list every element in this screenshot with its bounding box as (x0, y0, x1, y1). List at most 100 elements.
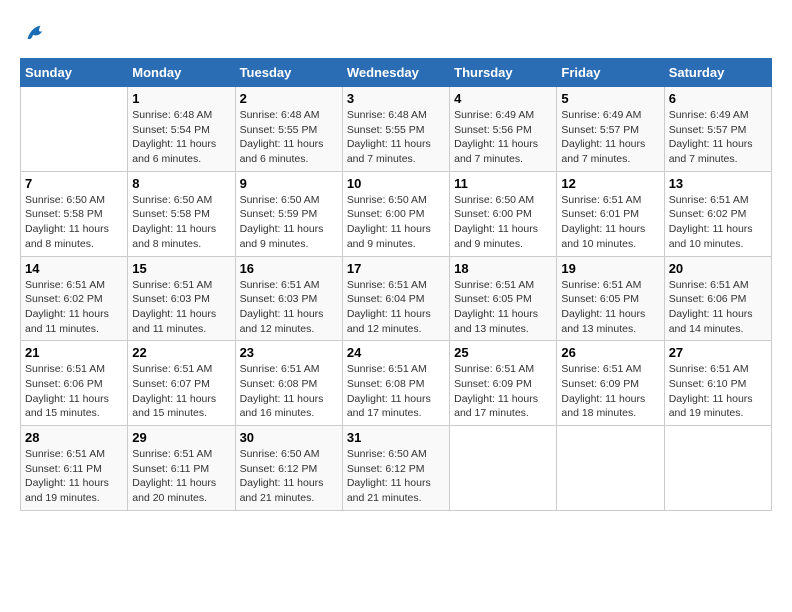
calendar-cell: 20 Sunrise: 6:51 AM Sunset: 6:06 PM Dayl… (664, 256, 771, 341)
day-number: 26 (561, 345, 659, 360)
day-number: 10 (347, 176, 445, 191)
calendar-table: SundayMondayTuesdayWednesdayThursdayFrid… (20, 58, 772, 511)
day-info: Sunrise: 6:50 AM Sunset: 6:00 PM Dayligh… (347, 193, 445, 252)
day-info: Sunrise: 6:51 AM Sunset: 6:09 PM Dayligh… (561, 362, 659, 421)
calendar-cell: 4 Sunrise: 6:49 AM Sunset: 5:56 PM Dayli… (450, 87, 557, 172)
day-info: Sunrise: 6:51 AM Sunset: 6:10 PM Dayligh… (669, 362, 767, 421)
day-info: Sunrise: 6:51 AM Sunset: 6:11 PM Dayligh… (132, 447, 230, 506)
day-number: 20 (669, 261, 767, 276)
day-info: Sunrise: 6:51 AM Sunset: 6:11 PM Dayligh… (25, 447, 123, 506)
calendar-cell: 8 Sunrise: 6:50 AM Sunset: 5:58 PM Dayli… (128, 171, 235, 256)
calendar-cell (664, 426, 771, 511)
day-info: Sunrise: 6:51 AM Sunset: 6:05 PM Dayligh… (454, 278, 552, 337)
day-info: Sunrise: 6:51 AM Sunset: 6:08 PM Dayligh… (240, 362, 338, 421)
day-info: Sunrise: 6:51 AM Sunset: 6:03 PM Dayligh… (132, 278, 230, 337)
day-number: 2 (240, 91, 338, 106)
day-number: 3 (347, 91, 445, 106)
day-number: 4 (454, 91, 552, 106)
calendar-cell: 13 Sunrise: 6:51 AM Sunset: 6:02 PM Dayl… (664, 171, 771, 256)
weekday-header: Tuesday (235, 59, 342, 87)
calendar-cell: 31 Sunrise: 6:50 AM Sunset: 6:12 PM Dayl… (342, 426, 449, 511)
page-header (20, 20, 772, 48)
calendar-cell: 26 Sunrise: 6:51 AM Sunset: 6:09 PM Dayl… (557, 341, 664, 426)
calendar-week-row: 1 Sunrise: 6:48 AM Sunset: 5:54 PM Dayli… (21, 87, 772, 172)
day-info: Sunrise: 6:49 AM Sunset: 5:57 PM Dayligh… (561, 108, 659, 167)
calendar-cell (450, 426, 557, 511)
calendar-cell: 14 Sunrise: 6:51 AM Sunset: 6:02 PM Dayl… (21, 256, 128, 341)
calendar-week-row: 28 Sunrise: 6:51 AM Sunset: 6:11 PM Dayl… (21, 426, 772, 511)
logo (20, 20, 52, 48)
logo-icon (20, 20, 48, 48)
day-info: Sunrise: 6:51 AM Sunset: 6:05 PM Dayligh… (561, 278, 659, 337)
day-number: 6 (669, 91, 767, 106)
calendar-cell: 5 Sunrise: 6:49 AM Sunset: 5:57 PM Dayli… (557, 87, 664, 172)
day-number: 16 (240, 261, 338, 276)
day-number: 22 (132, 345, 230, 360)
day-number: 23 (240, 345, 338, 360)
day-number: 1 (132, 91, 230, 106)
calendar-cell (557, 426, 664, 511)
day-number: 14 (25, 261, 123, 276)
day-info: Sunrise: 6:51 AM Sunset: 6:01 PM Dayligh… (561, 193, 659, 252)
calendar-cell: 10 Sunrise: 6:50 AM Sunset: 6:00 PM Dayl… (342, 171, 449, 256)
day-info: Sunrise: 6:51 AM Sunset: 6:03 PM Dayligh… (240, 278, 338, 337)
day-info: Sunrise: 6:50 AM Sunset: 6:12 PM Dayligh… (347, 447, 445, 506)
calendar-cell: 11 Sunrise: 6:50 AM Sunset: 6:00 PM Dayl… (450, 171, 557, 256)
calendar-cell: 22 Sunrise: 6:51 AM Sunset: 6:07 PM Dayl… (128, 341, 235, 426)
day-info: Sunrise: 6:49 AM Sunset: 5:57 PM Dayligh… (669, 108, 767, 167)
calendar-cell: 1 Sunrise: 6:48 AM Sunset: 5:54 PM Dayli… (128, 87, 235, 172)
calendar-cell: 12 Sunrise: 6:51 AM Sunset: 6:01 PM Dayl… (557, 171, 664, 256)
day-info: Sunrise: 6:49 AM Sunset: 5:56 PM Dayligh… (454, 108, 552, 167)
day-number: 30 (240, 430, 338, 445)
weekday-header: Thursday (450, 59, 557, 87)
calendar-week-row: 21 Sunrise: 6:51 AM Sunset: 6:06 PM Dayl… (21, 341, 772, 426)
day-info: Sunrise: 6:48 AM Sunset: 5:55 PM Dayligh… (240, 108, 338, 167)
calendar-cell: 9 Sunrise: 6:50 AM Sunset: 5:59 PM Dayli… (235, 171, 342, 256)
day-number: 13 (669, 176, 767, 191)
day-number: 11 (454, 176, 552, 191)
calendar-cell: 21 Sunrise: 6:51 AM Sunset: 6:06 PM Dayl… (21, 341, 128, 426)
day-info: Sunrise: 6:51 AM Sunset: 6:02 PM Dayligh… (669, 193, 767, 252)
day-number: 19 (561, 261, 659, 276)
calendar-cell: 2 Sunrise: 6:48 AM Sunset: 5:55 PM Dayli… (235, 87, 342, 172)
day-number: 7 (25, 176, 123, 191)
calendar-cell: 23 Sunrise: 6:51 AM Sunset: 6:08 PM Dayl… (235, 341, 342, 426)
calendar-cell: 29 Sunrise: 6:51 AM Sunset: 6:11 PM Dayl… (128, 426, 235, 511)
day-number: 15 (132, 261, 230, 276)
day-info: Sunrise: 6:50 AM Sunset: 5:58 PM Dayligh… (132, 193, 230, 252)
calendar-cell: 25 Sunrise: 6:51 AM Sunset: 6:09 PM Dayl… (450, 341, 557, 426)
day-info: Sunrise: 6:50 AM Sunset: 6:00 PM Dayligh… (454, 193, 552, 252)
day-info: Sunrise: 6:51 AM Sunset: 6:06 PM Dayligh… (25, 362, 123, 421)
day-info: Sunrise: 6:51 AM Sunset: 6:07 PM Dayligh… (132, 362, 230, 421)
day-number: 5 (561, 91, 659, 106)
day-info: Sunrise: 6:51 AM Sunset: 6:02 PM Dayligh… (25, 278, 123, 337)
day-number: 28 (25, 430, 123, 445)
day-info: Sunrise: 6:51 AM Sunset: 6:04 PM Dayligh… (347, 278, 445, 337)
day-info: Sunrise: 6:51 AM Sunset: 6:06 PM Dayligh… (669, 278, 767, 337)
day-info: Sunrise: 6:48 AM Sunset: 5:54 PM Dayligh… (132, 108, 230, 167)
day-number: 12 (561, 176, 659, 191)
day-info: Sunrise: 6:51 AM Sunset: 6:09 PM Dayligh… (454, 362, 552, 421)
calendar-cell: 24 Sunrise: 6:51 AM Sunset: 6:08 PM Dayl… (342, 341, 449, 426)
weekday-header: Sunday (21, 59, 128, 87)
weekday-header: Saturday (664, 59, 771, 87)
day-number: 31 (347, 430, 445, 445)
calendar-cell: 6 Sunrise: 6:49 AM Sunset: 5:57 PM Dayli… (664, 87, 771, 172)
day-info: Sunrise: 6:51 AM Sunset: 6:08 PM Dayligh… (347, 362, 445, 421)
calendar-cell: 27 Sunrise: 6:51 AM Sunset: 6:10 PM Dayl… (664, 341, 771, 426)
weekday-header: Friday (557, 59, 664, 87)
calendar-cell: 7 Sunrise: 6:50 AM Sunset: 5:58 PM Dayli… (21, 171, 128, 256)
weekday-header: Monday (128, 59, 235, 87)
day-number: 24 (347, 345, 445, 360)
day-number: 8 (132, 176, 230, 191)
calendar-header-row: SundayMondayTuesdayWednesdayThursdayFrid… (21, 59, 772, 87)
calendar-cell: 17 Sunrise: 6:51 AM Sunset: 6:04 PM Dayl… (342, 256, 449, 341)
calendar-cell: 19 Sunrise: 6:51 AM Sunset: 6:05 PM Dayl… (557, 256, 664, 341)
day-number: 21 (25, 345, 123, 360)
day-info: Sunrise: 6:50 AM Sunset: 5:58 PM Dayligh… (25, 193, 123, 252)
calendar-cell: 28 Sunrise: 6:51 AM Sunset: 6:11 PM Dayl… (21, 426, 128, 511)
calendar-week-row: 14 Sunrise: 6:51 AM Sunset: 6:02 PM Dayl… (21, 256, 772, 341)
day-number: 9 (240, 176, 338, 191)
day-number: 29 (132, 430, 230, 445)
day-number: 27 (669, 345, 767, 360)
